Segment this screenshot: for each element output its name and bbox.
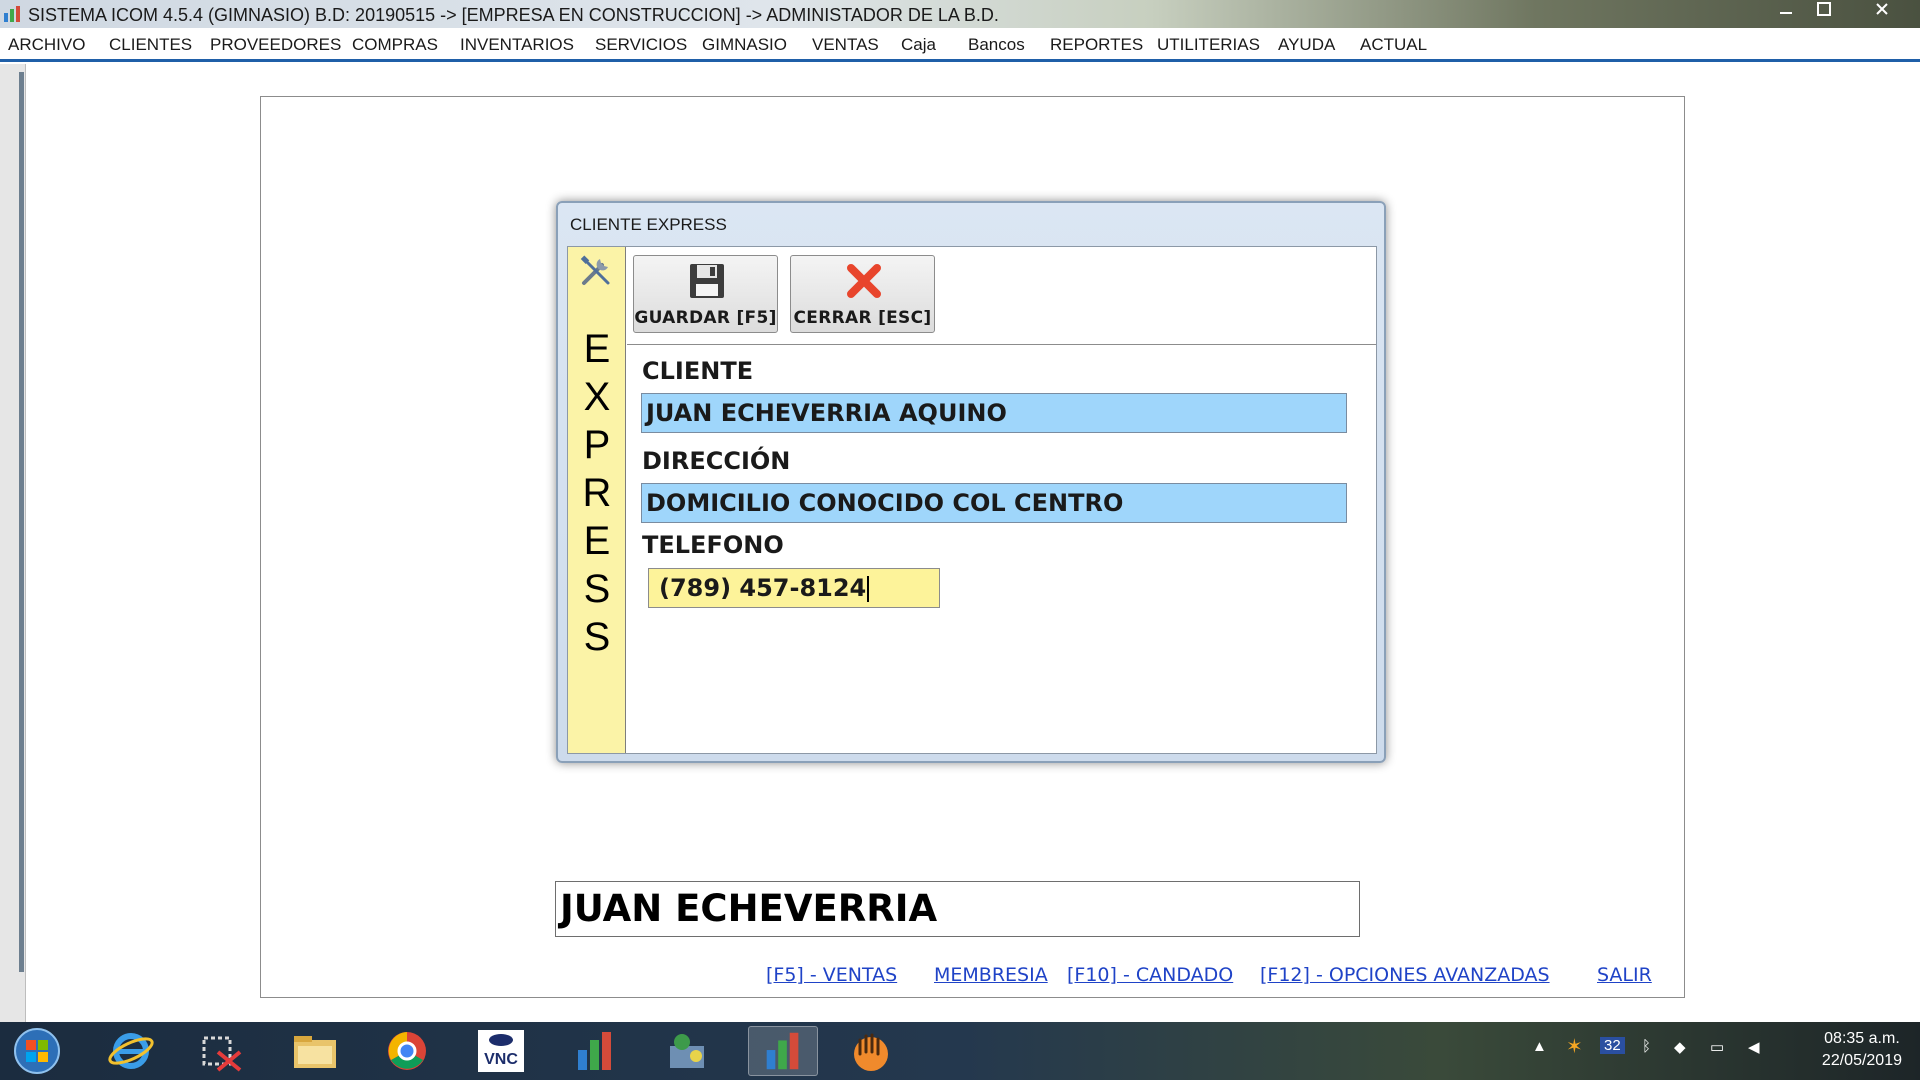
menu-ayuda[interactable]: AYUDA [1278, 35, 1335, 55]
side-letter: S [583, 615, 611, 659]
menu-servicios[interactable]: SERVICIOS [595, 35, 687, 55]
dropbox-icon[interactable]: ◆ [1674, 1038, 1686, 1056]
floppy-disk-icon [690, 264, 724, 298]
minimize-button[interactable] [1768, 0, 1804, 24]
snipping-tool-icon[interactable] [188, 1026, 258, 1076]
side-letter: E [583, 327, 611, 371]
telefono-field[interactable]: (789) 457-8124 [648, 568, 940, 608]
restore-button[interactable] [1806, 0, 1842, 24]
opciones-avanzadas-link[interactable]: [F12] - OPCIONES AVANZADAS [1260, 964, 1550, 986]
close-button-label: CERRAR [ESC] [793, 308, 932, 328]
dialog-body: E X P R E S S GUARDAR [F5] CERRAR [ESC] … [567, 246, 1377, 754]
taskbar: VNC ▲ ✶ 32 ᛒ ◆ ▭ ◀ 08:35 a.m. 22/05/2019 [0, 1022, 1920, 1080]
app-window: SISTEMA ICOM 4.5.4 (GIMNASIO) B.D: 20190… [0, 0, 1920, 1080]
text-caret [867, 576, 870, 602]
menu-bancos[interactable]: Bancos [968, 35, 1025, 55]
menu-inventarios[interactable]: INVENTARIOS [460, 35, 574, 55]
side-letter: E [583, 519, 611, 563]
minimize-icon [1780, 12, 1792, 14]
direccion-field[interactable]: DOMICILIO CONOCIDO COL CENTRO [641, 483, 1347, 523]
cliente-express-dialog: CLIENTE EXPRESS E X P R E S S GUARDAR [F… [556, 201, 1386, 763]
menu-clientes[interactable]: CLIENTES [109, 35, 192, 55]
file-explorer-icon[interactable] [280, 1026, 350, 1076]
menu-actual[interactable]: ACTUAL [1360, 35, 1427, 55]
ventas-link[interactable]: [F5] - VENTAS [766, 964, 897, 986]
client-name-display[interactable]: JUAN ECHEVERRIA [555, 881, 1360, 937]
close-window-button[interactable] [1864, 0, 1900, 24]
left-edge-bar [19, 72, 24, 972]
chrome-icon[interactable] [372, 1026, 442, 1076]
dialog-toolbar: GUARDAR [F5] CERRAR [ESC] [627, 247, 1376, 345]
save-button[interactable]: GUARDAR [F5] [633, 255, 778, 333]
salir-link[interactable]: SALIR [1597, 964, 1652, 986]
restore-icon [1817, 2, 1831, 16]
clock-date: 22/05/2019 [1821, 1052, 1902, 1069]
bluetooth-icon[interactable]: ᛒ [1642, 1038, 1651, 1055]
clock-time: 08:35 a.m. [1824, 1030, 1900, 1047]
icom-app-active-icon[interactable] [748, 1026, 818, 1076]
side-letter: R [582, 471, 612, 515]
bird-app-icon[interactable] [652, 1026, 722, 1076]
express-side-bar: E X P R E S S [568, 247, 626, 753]
close-icon [1876, 3, 1888, 15]
menu-gimnasio[interactable]: GIMNASIO [702, 35, 787, 55]
side-letter: P [583, 423, 611, 467]
telefono-value: (789) 457-8124 [659, 574, 867, 602]
gesture-app-icon[interactable] [836, 1026, 906, 1076]
save-button-label: GUARDAR [F5] [634, 308, 777, 328]
windows-start-icon[interactable] [8, 1026, 66, 1076]
telefono-label: TELEFONO [642, 531, 784, 559]
menu-ventas[interactable]: VENTAS [812, 35, 879, 55]
close-button[interactable]: CERRAR [ESC] [790, 255, 935, 333]
menu-compras[interactable]: COMPRAS [352, 35, 438, 55]
show-hidden-icons-icon[interactable]: ▲ [1532, 1038, 1547, 1055]
menu-proveedores[interactable]: PROVEEDORES [210, 35, 341, 55]
cliente-field[interactable]: JUAN ECHEVERRIA AQUINO [641, 393, 1347, 433]
side-letter: X [583, 375, 611, 419]
tray-app-icon[interactable]: ✶ [1566, 1034, 1583, 1059]
menu-archivo[interactable]: ARCHIVO [8, 35, 85, 55]
dialog-title: CLIENTE EXPRESS [570, 215, 727, 234]
volume-icon[interactable]: ◀ [1748, 1038, 1760, 1056]
menu-bar: ARCHIVO CLIENTES PROVEEDORES COMPRAS INV… [0, 30, 1920, 62]
internet-explorer-icon[interactable] [96, 1026, 166, 1076]
direccion-label: DIRECCIÓN [642, 447, 791, 475]
membresia-link[interactable]: MEMBRESIA [934, 964, 1048, 986]
close-x-icon [847, 264, 881, 298]
tray-counter-badge[interactable]: 32 [1600, 1037, 1625, 1054]
side-letter: S [583, 567, 611, 611]
taskbar-clock[interactable]: 08:35 a.m. 22/05/2019 [1822, 1028, 1902, 1072]
icom-app-icon[interactable] [560, 1026, 630, 1076]
network-icon[interactable]: ▭ [1710, 1038, 1724, 1056]
app-icon [4, 6, 20, 22]
menu-caja[interactable]: Caja [901, 35, 936, 55]
menu-utiliterias[interactable]: UTILITERIAS [1157, 35, 1260, 55]
express-vertical-text: E X P R E S S [568, 325, 626, 661]
menu-reportes[interactable]: REPORTES [1050, 35, 1143, 55]
left-edge-strip [0, 64, 26, 1022]
cliente-label: CLIENTE [642, 357, 754, 385]
tools-icon [580, 255, 610, 285]
title-bar: SISTEMA ICOM 4.5.4 (GIMNASIO) B.D: 20190… [0, 0, 1920, 28]
svg-text:VNC: VNC [484, 1051, 518, 1068]
candado-link[interactable]: [F10] - CANDADO [1067, 964, 1233, 986]
window-title: SISTEMA ICOM 4.5.4 (GIMNASIO) B.D: 20190… [28, 5, 999, 25]
vnc-viewer-icon[interactable]: VNC [466, 1026, 536, 1076]
